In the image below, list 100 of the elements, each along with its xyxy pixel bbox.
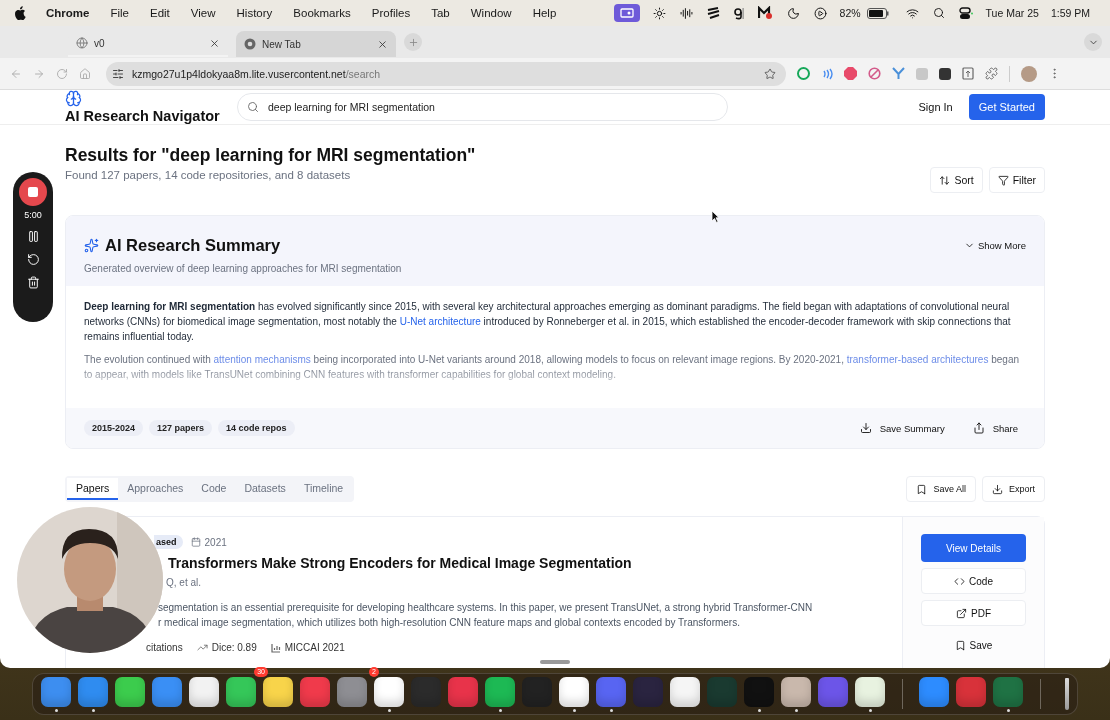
menu-item[interactable]: Profiles	[371, 7, 411, 19]
tab-title: New Tab	[262, 38, 302, 50]
content-tab[interactable]: Datasets	[235, 478, 295, 500]
app-icon[interactable]	[115, 676, 145, 707]
close-icon[interactable]	[209, 37, 220, 49]
menu-item[interactable]: Edit	[150, 7, 170, 19]
close-icon[interactable]	[377, 38, 388, 50]
summary-link[interactable]: U-Net architecture	[399, 316, 481, 327]
app-icon[interactable]	[670, 676, 700, 707]
paper-authors: Q, et al.	[166, 577, 201, 588]
share-icon	[972, 422, 985, 434]
code-button[interactable]: Code	[921, 568, 1026, 594]
menu-item[interactable]: Bookmarks	[293, 7, 351, 19]
search-field[interactable]: deep learning for MRI segmentation	[237, 93, 728, 121]
app-icon[interactable]	[855, 676, 885, 707]
export-button[interactable]: Export	[982, 476, 1045, 502]
menu-item[interactable]: Tab	[431, 7, 450, 19]
apple-logo-icon[interactable]	[14, 6, 26, 20]
battery-icon[interactable]	[866, 7, 889, 19]
bar-chart-icon	[270, 642, 281, 653]
menu-item[interactable]: Help	[532, 7, 557, 19]
extension-icon[interactable]	[939, 67, 951, 80]
menu-item[interactable]: History	[236, 7, 273, 19]
show-more-button[interactable]: Show More	[963, 240, 1026, 251]
search-icon[interactable]	[932, 7, 945, 19]
sign-in-button[interactable]: Sign In	[910, 95, 961, 119]
content-tab[interactable]: Timeline	[294, 478, 353, 500]
results-title: Results for "deep learning for MRI segmentation"	[65, 145, 477, 166]
results-count: Found 127 papers, 14 code repositories, and 8 datasets	[65, 169, 352, 181]
recording-time: 5:00	[24, 210, 42, 220]
stripes-icon[interactable]	[706, 7, 720, 19]
y-shape-icon[interactable]	[892, 67, 905, 80]
moon-icon[interactable]	[786, 6, 800, 20]
save-button[interactable]: Save	[921, 632, 1026, 658]
scroll-handle[interactable]	[540, 660, 570, 664]
paper-abstract: segmentation is an essential prerequisite for developing healthcare systems. In this paper, we present TransUNet, a strong hybrid Transformer-CNN	[158, 601, 813, 615]
waves-icon[interactable]	[821, 67, 833, 80]
filter-icon	[997, 174, 1009, 186]
calendar-icon	[190, 537, 201, 547]
app-icon[interactable]	[485, 676, 515, 707]
download-icon	[992, 483, 1003, 495]
restart-icon[interactable]	[26, 253, 40, 266]
save-all-button[interactable]: Save All	[906, 476, 976, 502]
control-center-icon[interactable]	[958, 6, 973, 20]
stop-button[interactable]	[19, 178, 47, 206]
content-tab[interactable]: Approaches	[118, 478, 193, 500]
bookmark-icon	[916, 483, 928, 495]
puzzle-icon[interactable]	[985, 67, 998, 80]
site-settings-icon[interactable]	[112, 67, 124, 80]
menu-item[interactable]: File	[110, 7, 129, 19]
prohibited-icon[interactable]	[868, 67, 881, 80]
bracket-icon[interactable]	[733, 6, 744, 20]
get-started-button[interactable]: Get Started	[968, 94, 1045, 120]
address-bar[interactable]: kzmgo27u1p4ldokyaa8m.lite.vusercontent.net/search	[106, 61, 786, 86]
outlined-square-icon[interactable]	[962, 67, 974, 80]
browser-tab[interactable]: New Tab	[236, 31, 396, 57]
app-icon[interactable]	[781, 676, 811, 707]
filter-button[interactable]: Filter	[988, 167, 1045, 193]
external-link-icon	[956, 607, 967, 619]
pause-icon[interactable]	[26, 230, 40, 243]
pdf-button[interactable]: PDF	[921, 600, 1026, 626]
app-icon[interactable]	[226, 676, 256, 707]
menu-item[interactable]: Window	[470, 7, 512, 19]
app-icon[interactable]	[189, 676, 219, 707]
brand-name[interactable]: AI Research Navigator	[65, 108, 237, 124]
paper-title[interactable]: Transformers Make Strong Encoders for Medical Image Segmentation	[168, 555, 632, 571]
summary-tag: 127 papers	[149, 420, 213, 436]
audio-bars-icon[interactable]	[679, 6, 693, 20]
paper-year: 2021	[190, 536, 227, 548]
approach-tag: ased	[154, 535, 183, 549]
octagon-icon[interactable]	[844, 67, 857, 80]
play-icon[interactable]	[813, 6, 827, 20]
wifi-icon[interactable]	[905, 6, 919, 20]
screen-share-icon[interactable]	[613, 4, 640, 22]
battery-percent: 82%	[839, 7, 861, 19]
summary-tag: 2015-2024	[84, 420, 144, 436]
app-icon[interactable]	[374, 676, 404, 707]
url-text: kzmgo27u1p4ldokyaa8m.lite.vusercontent.net/search	[132, 67, 382, 80]
star-icon[interactable]	[764, 67, 776, 80]
summary-title: AI Research Summary	[105, 236, 282, 255]
app-icon[interactable]	[263, 676, 293, 707]
save-summary-button[interactable]: Save Summary	[859, 422, 945, 434]
paper-venue: MICCAI 2021	[270, 642, 345, 653]
menu-item[interactable]: View	[190, 7, 216, 19]
view-details-button[interactable]: View Details	[921, 534, 1026, 562]
share-button[interactable]: Share	[972, 422, 1018, 434]
plus-icon	[407, 36, 419, 48]
tab-title: v0	[94, 37, 106, 49]
app-icon[interactable]	[559, 676, 589, 707]
content-tab[interactable]: Code	[192, 478, 236, 500]
brain-icon	[65, 90, 82, 107]
globe-icon	[76, 37, 88, 49]
dice-score: Dice: 0.89	[196, 642, 257, 653]
summary-paragraph: Deep learning for MRI segmentation has evolved significantly since 2015, with several key architectural approaches emerging as dominant paradigms. The field began with adaptations of convolutional neural networks (CNNs) for biomedical image segmentation, most notably the U-Net architecture introduced by Ronneberger et al. in 2015, which established the encoder-decoder framework with skip connections that remains influential today.	[84, 300, 1012, 344]
new-tab-button[interactable]	[404, 33, 422, 51]
app-menu[interactable]: Chrome	[46, 7, 90, 19]
content-tab[interactable]: Papers	[67, 478, 119, 500]
sun-icon[interactable]	[652, 6, 666, 20]
sort-button[interactable]: Sort	[930, 167, 983, 193]
recording-app-icon[interactable]	[757, 6, 773, 20]
